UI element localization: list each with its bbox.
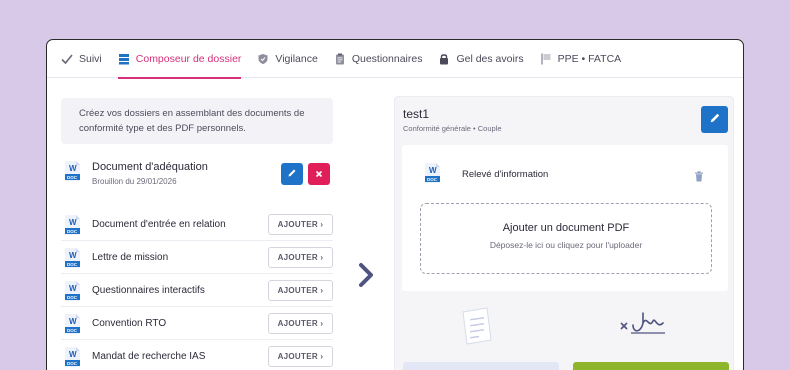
edit-button[interactable]	[281, 163, 303, 185]
intro-text: Créez vos dossiers en assemblant des doc…	[61, 98, 333, 144]
tab-label: Questionnaires	[351, 52, 423, 65]
dropzone-hint: Déposez-le ici ou cliquez pour l'uploade…	[489, 240, 643, 250]
add-button[interactable]: AJOUTER ›	[268, 280, 333, 301]
word-doc-icon: W DOC	[424, 163, 441, 188]
shield-icon	[257, 53, 269, 65]
dossier-item-card: W DOC Relevé d'information Ajouter un doc…	[402, 145, 728, 291]
tab-composeur[interactable]: Composeur de dossier	[117, 40, 242, 79]
list-item: W DOC Convention RTO AJOUTER ›	[61, 307, 333, 340]
add-button[interactable]: AJOUTER ›	[268, 346, 333, 367]
document-catalog: Créez vos dossiers en assemblant des doc…	[61, 98, 333, 370]
featured-document[interactable]: W DOC Document d'adéquation Brouillon du …	[61, 155, 333, 205]
clipboard-icon	[334, 53, 346, 65]
list-item: W DOC Lettre de mission AJOUTER ›	[61, 241, 333, 274]
word-doc-icon: W DOC	[64, 281, 81, 306]
primary-action-button[interactable]	[573, 362, 729, 370]
svg-text:W: W	[429, 166, 437, 175]
check-icon	[61, 53, 73, 65]
add-button[interactable]: AJOUTER ›	[268, 313, 333, 334]
tab-label: Composeur de dossier	[135, 52, 242, 65]
edit-dossier-button[interactable]	[701, 106, 728, 133]
pencil-icon	[287, 165, 297, 183]
document-illustration-icon	[457, 306, 497, 353]
document-label: Mandat de recherche IAS	[92, 351, 206, 362]
dossier-item-label: Relevé d'information	[462, 169, 549, 180]
svg-text:W: W	[69, 284, 77, 293]
word-doc-icon: W DOC	[64, 347, 81, 370]
tab-questionnaires[interactable]: Questionnaires	[334, 40, 423, 78]
doc-badge: DOC	[427, 177, 438, 182]
secondary-action-button[interactable]	[403, 362, 559, 370]
svg-text:W: W	[69, 218, 77, 227]
featured-date: Brouillon du 29/01/2026	[92, 177, 177, 186]
svg-text:W: W	[69, 164, 77, 173]
svg-text:W: W	[69, 251, 77, 260]
lock-icon	[438, 53, 450, 65]
tab-label: Suivi	[79, 52, 102, 65]
signature-icon	[619, 311, 669, 346]
doc-badge: DOC	[67, 175, 78, 180]
featured-title: Document d'adéquation	[92, 161, 208, 173]
app-window: Suivi Composeur de dossier Vigilance Que…	[46, 39, 744, 370]
document-label: Convention RTO	[92, 318, 167, 329]
pdf-dropzone[interactable]: Ajouter un document PDF Déposez-le ici o…	[420, 203, 712, 274]
delete-button[interactable]	[308, 163, 330, 185]
document-label: Document d'entrée en relation	[92, 219, 226, 230]
doc-badge: DOC	[67, 361, 78, 366]
add-button[interactable]: AJOUTER ›	[268, 214, 333, 235]
list-item: W DOC Mandat de recherche IAS AJOUTER ›	[61, 340, 333, 370]
tab-ppe-fatca[interactable]: PPE • FATCA	[540, 40, 622, 78]
dropzone-title: Ajouter un document PDF	[502, 222, 630, 234]
flag-icon	[540, 53, 552, 65]
document-label: Questionnaires interactifs	[92, 285, 205, 296]
tab-label: PPE • FATCA	[557, 52, 622, 65]
folder-stack-icon	[118, 53, 130, 65]
doc-badge: DOC	[67, 262, 78, 267]
tab-label: Vigilance	[275, 52, 318, 65]
pencil-icon	[709, 111, 721, 129]
dossier-subtitle: Conformité générale • Couple	[403, 124, 502, 133]
list-item: W DOC Questionnaires interactifs AJOUTER ›	[61, 274, 333, 307]
add-button[interactable]: AJOUTER ›	[268, 247, 333, 268]
document-label: Lettre de mission	[92, 252, 169, 263]
tab-label: Gel des avoirs	[456, 52, 524, 65]
svg-text:W: W	[69, 350, 77, 359]
doc-badge: DOC	[67, 328, 78, 333]
document-list: W DOC Document d'entrée en relation AJOUTER…	[61, 208, 333, 370]
word-doc-icon: W DOC	[64, 215, 81, 240]
word-doc-icon: W DOC	[64, 161, 81, 186]
chevron-right-icon	[357, 262, 375, 293]
tab-vigilance[interactable]: Vigilance	[257, 40, 318, 78]
list-item: W DOC Document d'entrée en relation AJOUTER…	[61, 208, 333, 241]
svg-text:W: W	[69, 317, 77, 326]
doc-badge: DOC	[67, 295, 78, 300]
tab-suivi[interactable]: Suivi	[61, 40, 102, 78]
dossier-title: test1	[403, 107, 430, 121]
word-doc-icon: W DOC	[64, 248, 81, 273]
tab-bar: Suivi Composeur de dossier Vigilance Que…	[47, 40, 743, 79]
doc-badge: DOC	[67, 229, 78, 234]
dossier-panel: test1 Conformité générale • Couple W DOC …	[394, 96, 734, 370]
close-icon	[315, 165, 323, 183]
trash-icon[interactable]	[694, 169, 704, 187]
word-doc-icon: W DOC	[64, 314, 81, 339]
tab-gel-des-avoirs[interactable]: Gel des avoirs	[438, 40, 524, 78]
